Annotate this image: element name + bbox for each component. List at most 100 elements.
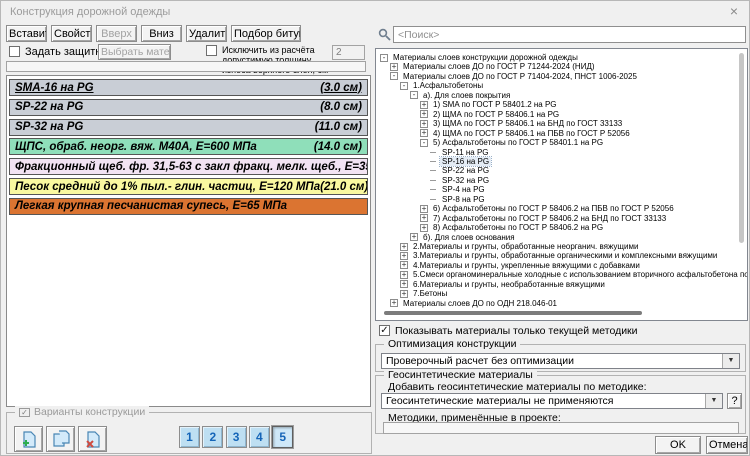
tree-item[interactable]: +4) ЩМА по ГОСТ Р 58406.1 на ПБВ по ГОСТ… <box>420 129 632 138</box>
tree-horizontal-scrollbar[interactable] <box>384 311 642 315</box>
filter-methodology-checkbox[interactable]: ✓ Показывать материалы только текущей ме… <box>379 325 638 337</box>
layer-row[interactable]: SP-22 на PG(8.0 см) <box>9 99 368 116</box>
expand-icon[interactable]: + <box>400 280 408 288</box>
variant-button-3[interactable]: 3 <box>226 426 247 448</box>
move-up-button[interactable]: Вверх <box>96 25 137 42</box>
delete-variant-button[interactable] <box>78 426 107 452</box>
layer-thickness: (21.0 см) <box>320 181 368 193</box>
move-down-button[interactable]: Вниз <box>141 25 182 42</box>
tree-item[interactable]: -1.Асфальтобетоны <box>400 81 485 90</box>
tree-item[interactable]: +4.Материалы и грунты, укрепленные вяжущ… <box>400 261 642 270</box>
collapse-icon[interactable]: - <box>420 139 428 147</box>
tree-item[interactable]: +3.Материалы и грунты, обработанные орга… <box>400 251 719 260</box>
expand-icon[interactable]: + <box>400 290 408 298</box>
geosynthetics-select[interactable]: Геосинтетические материалы не применяютс… <box>381 393 723 409</box>
expand-icon[interactable]: + <box>420 110 428 118</box>
expand-icon[interactable]: + <box>400 271 408 279</box>
tree-item[interactable]: +2) ЩМА по ГОСТ Р 58406.1 на PG <box>420 110 561 119</box>
geosynthetics-dropdown-icon[interactable]: ▼ <box>705 394 722 408</box>
tree-item[interactable]: -5) Асфальтобетоны по ГОСТ Р 58401.1 на … <box>420 138 605 147</box>
expand-icon[interactable]: + <box>420 120 428 128</box>
tree-item[interactable]: +5.Смеси органоминеральные холодные с ис… <box>400 270 748 279</box>
expand-icon[interactable]: + <box>420 224 428 232</box>
collapse-icon[interactable]: - <box>410 91 418 99</box>
variant-button-4[interactable]: 4 <box>249 426 270 448</box>
layer-row[interactable]: ЩПС, обраб. неорг. вяж. М40А, Е=600 МПа(… <box>9 138 368 155</box>
variants-checkbox[interactable]: ✓ <box>19 408 30 417</box>
tree-item[interactable]: +7) Асфальтобетоны по ГОСТ Р 58406.2 на … <box>420 214 668 223</box>
select-material-button[interactable]: Выбрать материал <box>98 44 171 60</box>
expand-icon[interactable]: + <box>420 129 428 137</box>
collapse-icon[interactable]: - <box>400 82 408 90</box>
geosynthetics-help-button[interactable]: ? <box>727 393 742 409</box>
tree-item[interactable]: +3) ЩМА по ГОСТ Р 58406.1 на БНД по ГОСТ… <box>420 119 624 128</box>
tree-item[interactable]: -а). Для слоев покрытия <box>410 91 512 100</box>
tree-item[interactable]: +Материалы слоев ДО по ГОСТ Р 71244-2024… <box>390 62 597 71</box>
delete-button[interactable]: Удалить <box>186 25 227 42</box>
expand-icon[interactable]: + <box>400 252 408 260</box>
tree-item-label: 7) Асфальтобетоны по ГОСТ Р 58406.2 на Б… <box>431 214 668 223</box>
tree-item[interactable]: +7.Бетоны <box>400 289 449 298</box>
tree-item[interactable]: +Материалы слоев ДО по ОДН 218.046-01 <box>390 299 559 308</box>
layer-row[interactable]: SP-32 на PG(11.0 см) <box>9 119 368 136</box>
tree-item-label: SP-11 на PG <box>440 148 491 157</box>
layer-row[interactable]: Песок средний до 1% пыл.- глин. частиц, … <box>9 178 368 195</box>
tree-item[interactable]: SP-4 на PG <box>430 185 487 194</box>
properties-button[interactable]: Свойства <box>51 25 92 42</box>
tree-vertical-scrollbar[interactable] <box>739 53 744 243</box>
expand-icon[interactable]: + <box>400 261 408 269</box>
layers-list[interactable]: SMA-16 на PG(3.0 см) SP-22 на PG(8.0 см) S… <box>6 75 371 407</box>
cancel-button[interactable]: Отмена <box>706 436 748 454</box>
tree-item[interactable]: +1) SMA по ГОСТ Р 58401.2 на PG <box>420 100 559 109</box>
copy-variant-button[interactable] <box>46 426 75 452</box>
methods-field[interactable] <box>383 422 739 434</box>
tree-item[interactable]: SP-11 на PG <box>430 148 491 157</box>
variant-button-1[interactable]: 1 <box>179 426 200 448</box>
layer-row[interactable]: Легкая крупная песчанистая супесь, Е=65 … <box>9 198 368 215</box>
expand-icon[interactable]: + <box>390 299 398 307</box>
exclude-wear-checkbox-box[interactable] <box>206 45 217 56</box>
insert-button[interactable]: Вставить <box>6 25 47 42</box>
filter-methodology-checkbox-box[interactable]: ✓ <box>379 325 390 336</box>
search-input[interactable] <box>393 26 746 43</box>
optimization-dropdown-icon[interactable]: ▼ <box>722 354 739 368</box>
tree-item[interactable]: SP-16 на PG <box>430 157 491 166</box>
tree-item[interactable]: SP-8 на PG <box>430 195 487 204</box>
layer-name: Песок средний до 1% пыл.- глин. частиц, … <box>15 181 320 193</box>
expand-icon[interactable]: + <box>420 214 428 222</box>
layer-name: SP-32 на PG <box>15 121 83 133</box>
expand-icon[interactable]: + <box>400 243 408 251</box>
tree-item[interactable]: -Материалы слоев ДО по ГОСТ Р 71404-2024… <box>390 72 639 81</box>
expand-icon[interactable]: + <box>410 233 418 241</box>
variant-button-2[interactable]: 2 <box>202 426 223 448</box>
tree-item[interactable]: +б). Для слоев основания <box>410 233 517 242</box>
wear-thickness-input[interactable]: 2 <box>332 45 365 60</box>
tree-item-label: 6.Материалы и грунты, необработанные вяж… <box>411 280 607 289</box>
dialog-window: Конструкция дорожной одежды × Вставить С… <box>0 0 750 456</box>
collapse-icon[interactable]: - <box>380 54 388 62</box>
protective-layer-checkbox-box[interactable] <box>9 46 20 57</box>
add-variant-button[interactable] <box>14 426 43 452</box>
tree-item[interactable]: SP-22 на PG <box>430 166 491 175</box>
expand-icon[interactable]: + <box>420 101 428 109</box>
collapse-icon[interactable]: - <box>390 72 398 80</box>
tree-item-label: 1.Асфальтобетоны <box>411 81 485 90</box>
expand-icon[interactable]: + <box>390 63 398 71</box>
materials-tree[interactable]: -Материалы слоев конструкции дорожной од… <box>375 48 748 321</box>
tree-item[interactable]: -Материалы слоев конструкции дорожной од… <box>380 53 580 62</box>
tree-item[interactable]: +8) Асфальтобетоны по ГОСТ Р 58406.2 на … <box>420 223 605 232</box>
tree-item[interactable]: +6.Материалы и грунты, необработанные вя… <box>400 280 607 289</box>
layer-row[interactable]: Фракционный щеб. фр. 31,5-63 с закл фрак… <box>9 158 368 175</box>
tree-item[interactable]: +2.Материалы и грунты, обработанные неор… <box>400 242 640 251</box>
close-icon[interactable]: × <box>723 3 745 21</box>
expand-icon[interactable]: + <box>420 205 428 213</box>
optimization-select[interactable]: Проверочный расчет без оптимизации ▼ <box>381 353 740 369</box>
variant-button-5[interactable]: 5 <box>272 426 293 448</box>
bitumen-pg-button[interactable]: Подбор битума PG <box>231 25 301 42</box>
tree-item[interactable]: SP-32 на PG <box>430 176 491 185</box>
layer-name: Легкая крупная песчанистая супесь, Е=65 … <box>15 200 287 212</box>
tree-item[interactable]: +6) Асфальтобетоны по ГОСТ Р 58406.2 на … <box>420 204 676 213</box>
tree-item-label: SP-22 на PG <box>440 166 491 175</box>
ok-button[interactable]: OK <box>655 436 701 454</box>
layer-row[interactable]: SMA-16 на PG(3.0 см) <box>9 79 368 96</box>
